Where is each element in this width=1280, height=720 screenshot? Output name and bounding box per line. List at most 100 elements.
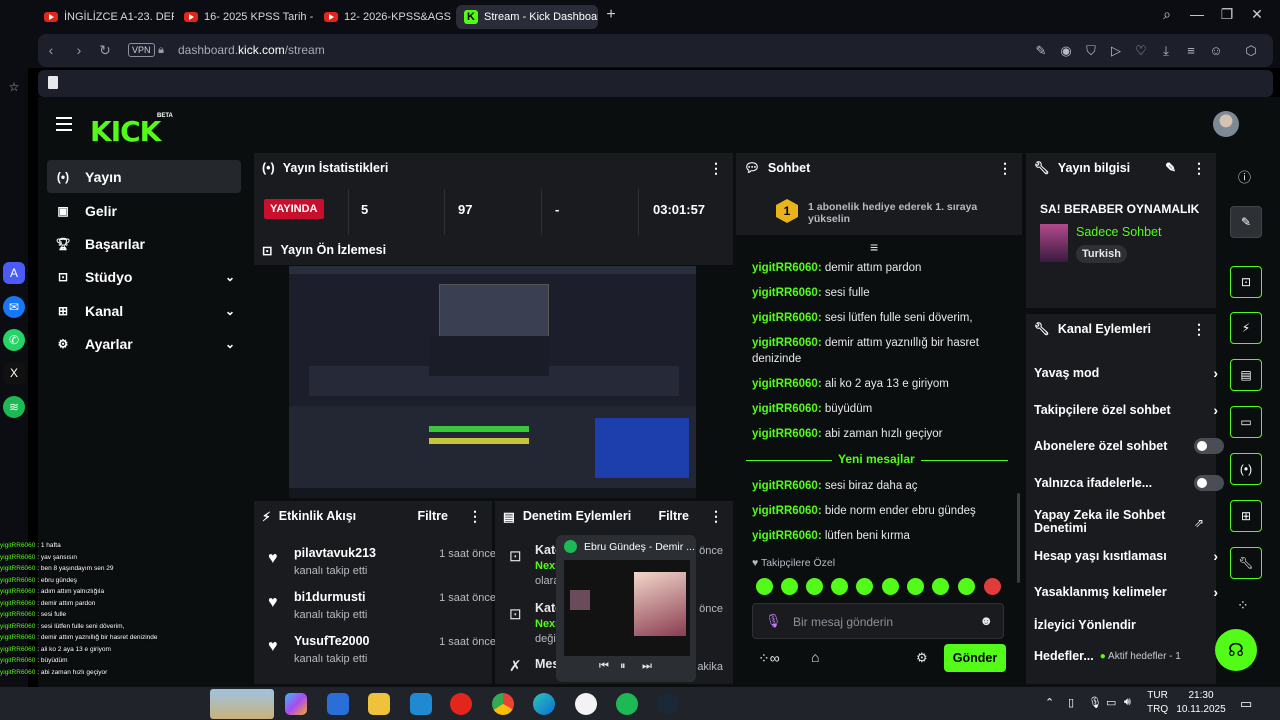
shield-icon[interactable]: ⛉ — [1083, 43, 1099, 59]
emote-icon[interactable] — [932, 578, 949, 595]
chat-username[interactable]: yigitRR6060: — [752, 378, 822, 390]
microphone-icon[interactable]: 🎙︎ — [765, 613, 782, 629]
new-tab-icon[interactable]: + — [600, 6, 622, 24]
emote-icon[interactable] — [806, 578, 823, 595]
chat-username[interactable]: yigitRR6060: — [752, 480, 822, 492]
minimize-icon[interactable]: — — [1186, 6, 1208, 22]
pinboard-icon[interactable]: ☆ — [3, 76, 25, 98]
send-button[interactable]: Gönder — [944, 644, 1006, 672]
forward-icon[interactable]: › — [70, 42, 88, 58]
infinity-icon[interactable]: ⁘∞ — [758, 650, 780, 667]
chat-input[interactable]: 🎙︎ Bir mesaj gönderin ☻ — [752, 603, 1004, 639]
spotify-icon[interactable]: ≋ — [3, 396, 25, 418]
gear-icon[interactable]: ⚙︎ — [916, 650, 928, 666]
close-icon[interactable]: ✕ — [1246, 6, 1268, 23]
action-banned-words[interactable]: Yasaklanmış kelimeler › — [1034, 577, 1218, 607]
nav-item-gelir[interactable]: ▣ Gelir — [47, 194, 241, 227]
restore-icon[interactable]: ❐ — [1216, 6, 1238, 23]
chat-username[interactable]: yigitRR6060: — [752, 287, 822, 299]
extensions-icon[interactable]: ⬡ — [1243, 43, 1259, 59]
more-icon[interactable]: ⋮ — [468, 508, 482, 525]
action-followers-only[interactable]: Takipçilere özel sohbet › — [1034, 395, 1218, 425]
pencil-icon[interactable]: ✎ — [1165, 160, 1176, 176]
vpn-badge[interactable]: VPN — [128, 43, 155, 57]
action-slow-mode[interactable]: Yavaş mod › — [1034, 358, 1218, 388]
category-name[interactable]: Sadece Sohbet — [1076, 225, 1162, 239]
action-goals[interactable]: Hedefler... ● Aktif hedefler - 1 — [1034, 641, 1212, 671]
nav-item-studyo[interactable]: ⊡ Stüdyo ⌄ — [47, 260, 241, 293]
obs-icon[interactable] — [575, 693, 597, 715]
pinned-banner[interactable]: 1 1 abonelik hediye ederek 1. sıraya yük… — [736, 183, 1022, 235]
vscode-icon[interactable] — [410, 693, 432, 715]
action-subscribers-only[interactable]: Abonelere özel sohbet — [1034, 431, 1224, 461]
battery-icon[interactable]: ▭ — [1106, 696, 1116, 709]
notification-icon[interactable]: ▭ — [1240, 696, 1252, 712]
nav-item-basarilar[interactable]: 🏆︎ Başarılar — [47, 227, 241, 260]
more-icon[interactable]: ⋮ — [709, 508, 723, 525]
language-indicator[interactable]: TUR TRQ — [1147, 689, 1168, 717]
heart-icon[interactable]: ♡ — [1133, 43, 1149, 59]
screen-icon[interactable]: ⊡ — [1230, 266, 1262, 298]
mic-tray-icon[interactable]: 🎙︎ — [1088, 696, 1102, 709]
chat-username[interactable]: yigitRR6060: — [752, 337, 822, 349]
action-emotes-only[interactable]: Yalnızca ifadelerle... — [1034, 468, 1224, 498]
reload-icon[interactable]: ↻ — [96, 42, 114, 59]
more-icon[interactable]: ⋮ — [709, 160, 723, 177]
more-icon[interactable]: ⋮ — [1192, 160, 1206, 177]
toggle-switch[interactable] — [1194, 475, 1224, 491]
action-ai-moderation[interactable]: Yapay Zeka ile Sohbet Denetimi — [1034, 504, 1184, 540]
emote-icon[interactable] — [984, 578, 1001, 595]
action-account-age[interactable]: Hesap yaşı kısıtlaması › — [1034, 541, 1218, 571]
browser-tab-3[interactable]: 12- 2026-KPSS&AGS COĞ — [316, 5, 454, 29]
menu-list-icon[interactable]: ≡ — [1183, 43, 1199, 58]
action-raid[interactable]: İzleyici Yönlendir — [1034, 610, 1210, 640]
page-icon[interactable] — [48, 76, 58, 89]
camera-icon[interactable]: ◉ — [1058, 43, 1074, 59]
edge-icon[interactable] — [533, 693, 555, 715]
store-icon[interactable] — [327, 693, 349, 715]
emote-icon[interactable] — [958, 578, 975, 595]
emote-icon[interactable] — [907, 578, 924, 595]
x-icon[interactable]: X — [3, 362, 25, 384]
opera-icon[interactable] — [450, 693, 472, 715]
chat-username[interactable]: yigitRR6060: — [752, 312, 822, 324]
chat-bubble-icon[interactable]: ▭ — [1230, 406, 1262, 438]
support-icon[interactable]: ☊ — [1215, 629, 1257, 671]
emote-icon[interactable] — [831, 578, 848, 595]
chat-scrollbar[interactable] — [1017, 493, 1020, 583]
edit-tool-icon[interactable]: ✎ — [1230, 206, 1262, 238]
download-icon[interactable]: ⤓ — [1158, 43, 1174, 59]
wrench-icon[interactable]: 🔧︎ — [1230, 547, 1262, 579]
more-icon[interactable]: ⋮ — [998, 160, 1012, 177]
chat-username[interactable]: yigitRR6060: — [752, 505, 822, 517]
chat-username[interactable]: yigitRR6060: — [752, 403, 822, 415]
chat-username[interactable]: yigitRR6060: — [752, 262, 822, 274]
stream-preview[interactable] — [289, 266, 696, 498]
avatar[interactable] — [1213, 111, 1239, 137]
messenger-icon[interactable]: ✉ — [3, 296, 25, 318]
emoji-icon[interactable]: ☻ — [979, 613, 993, 628]
info-icon[interactable]: ⓘ — [1238, 167, 1251, 186]
volume-icon[interactable]: 🔊︎ — [1124, 696, 1131, 709]
toggle-switch[interactable] — [1194, 438, 1224, 454]
emote-icon[interactable] — [882, 578, 899, 595]
whatsapp-icon[interactable]: ✆ — [3, 329, 25, 351]
layout-icon[interactable]: ⊞ — [1230, 500, 1262, 532]
filter-button[interactable]: Filtre — [658, 509, 689, 523]
send-icon[interactable]: ▷ — [1108, 43, 1124, 59]
lightning-icon[interactable]: ⚡︎ — [1230, 312, 1262, 344]
category-thumbnail[interactable] — [1040, 224, 1068, 262]
chrome-icon[interactable] — [492, 693, 514, 715]
browser-tab-4[interactable]: K Stream - Kick Dashboard — [456, 5, 598, 29]
copilot-icon[interactable] — [285, 693, 307, 715]
hamburger-menu-icon[interactable] — [56, 117, 72, 131]
steam-icon[interactable] — [657, 693, 679, 715]
nav-item-kanal[interactable]: ⊞ Kanal ⌄ — [47, 294, 241, 327]
more-icon[interactable]: ⋮ — [1192, 321, 1206, 338]
spotify-popup[interactable]: Ebru Gündeş - Demir ... ⏮︎ ⏸︎ ⏭︎ — [556, 535, 696, 682]
file-explorer-icon[interactable] — [368, 693, 390, 715]
follower-name[interactable]: YusufTe2000 — [294, 634, 370, 648]
collapse-icon[interactable]: ≡ — [870, 239, 878, 255]
browser-tab-2[interactable]: 16- 2025 KPSS Tarih - Osm — [176, 5, 314, 29]
kick-logo[interactable]: KICK — [90, 115, 161, 148]
